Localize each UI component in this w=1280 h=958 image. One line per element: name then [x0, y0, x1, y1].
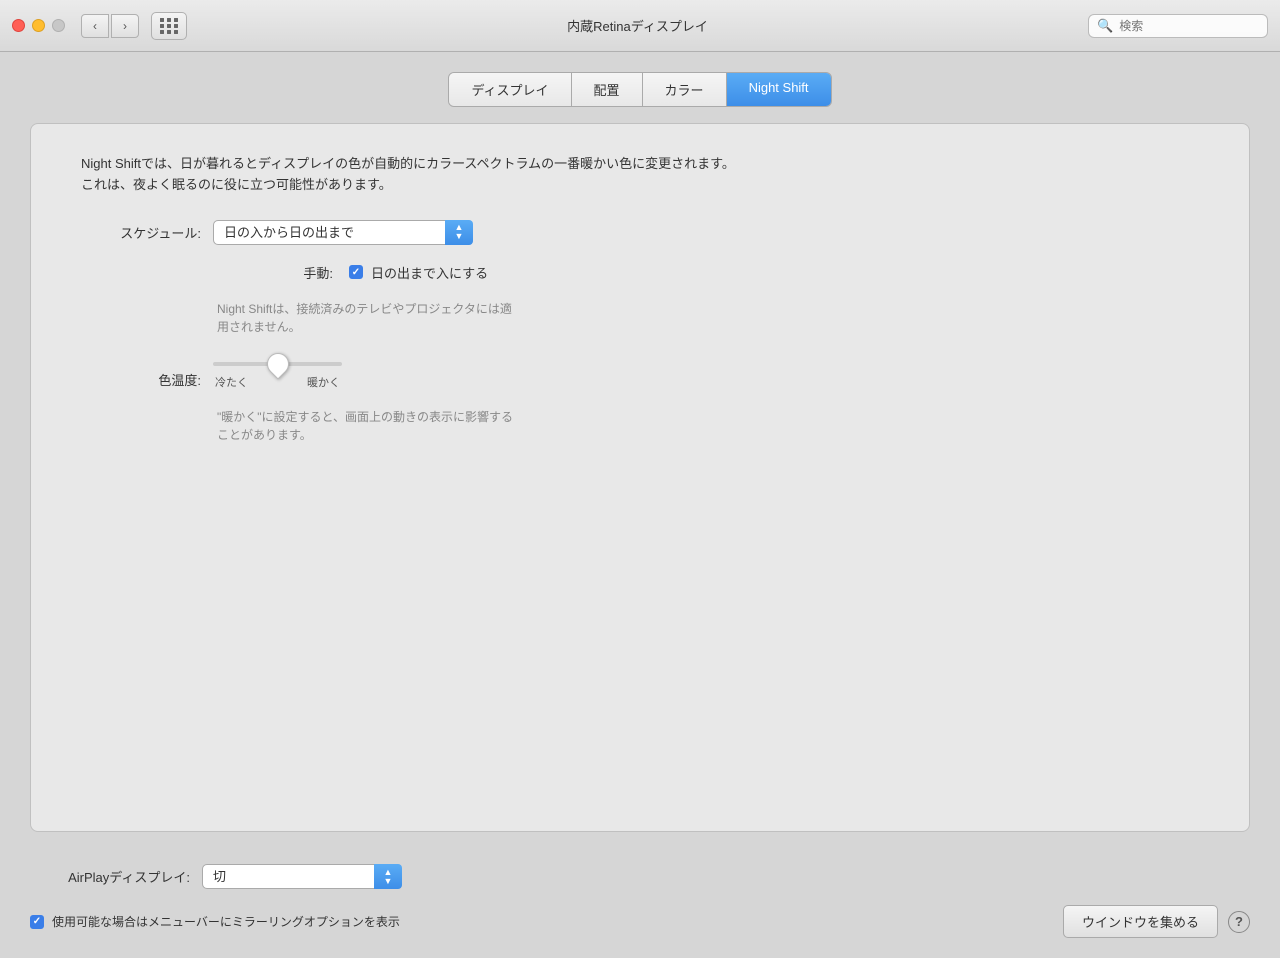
nav-buttons: ‹ ›	[81, 14, 139, 38]
schedule-row: スケジュール: 日の入から日の出まで ▲ ▼	[81, 220, 1199, 245]
color-temp-label: 色温度:	[81, 370, 201, 389]
tab-nightshift[interactable]: Night Shift	[727, 73, 831, 106]
tabs-row: ディスプレイ 配置 カラー Night Shift	[30, 72, 1250, 107]
cold-label: 冷たく	[215, 374, 248, 390]
traffic-lights	[12, 19, 65, 32]
main-content: ディスプレイ 配置 カラー Night Shift Night Shiftでは、…	[0, 52, 1280, 958]
bottom-controls: ✓ 使用可能な場合はメニューバーにミラーリングオプションを表示 ウインドウを集め…	[30, 901, 1250, 938]
note-text: Night Shiftは、接続済みのテレビやプロジェクタには適用されません。	[217, 300, 517, 336]
slider-section: 冷たく 暖かく	[213, 362, 342, 390]
right-controls: ウインドウを集める ?	[1063, 905, 1250, 938]
schedule-label: スケジュール:	[81, 223, 201, 242]
color-temp-slider[interactable]	[213, 362, 342, 366]
airplay-select[interactable]: 切	[202, 864, 402, 889]
schedule-select[interactable]: 日の入から日の出まで	[213, 220, 473, 245]
airplay-select-wrapper: 切 ▲ ▼	[202, 864, 402, 889]
maximize-button[interactable]	[52, 19, 65, 32]
airplay-row: AirPlayディスプレイ: 切 ▲ ▼	[30, 864, 1250, 889]
schedule-select-wrapper: 日の入から日の出まで ▲ ▼	[213, 220, 473, 245]
description-text: Night Shiftでは、日が暮れるとディスプレイの色が自動的にカラースペクト…	[81, 154, 741, 196]
manual-row: 手動: ✓ 日の出まで入にする	[213, 263, 1199, 282]
window-title: 内蔵Retinaディスプレイ	[195, 16, 1080, 35]
manual-label: 手動:	[213, 263, 333, 282]
gather-windows-button[interactable]: ウインドウを集める	[1063, 905, 1218, 938]
bottom-section: AirPlayディスプレイ: 切 ▲ ▼ ✓ 使用可能な場合はメニューバーにミラ…	[30, 848, 1250, 938]
tab-arrangement[interactable]: 配置	[572, 73, 643, 106]
mirror-checkbox-label: 使用可能な場合はメニューバーにミラーリングオプションを表示	[52, 913, 400, 930]
search-input[interactable]	[1119, 19, 1239, 33]
search-box[interactable]: 🔍	[1088, 14, 1268, 38]
airplay-label: AirPlayディスプレイ:	[30, 867, 190, 886]
tab-display[interactable]: ディスプレイ	[449, 73, 571, 106]
mirror-checkmark-icon: ✓	[33, 916, 41, 927]
search-icon: 🔍	[1097, 18, 1113, 34]
warm-label: 暖かく	[307, 374, 340, 390]
form-section: スケジュール: 日の入から日の出まで ▲ ▼ 手動: ✓	[81, 220, 1199, 444]
tab-color[interactable]: カラー	[643, 73, 727, 106]
night-shift-panel: Night Shiftでは、日が暮れるとディスプレイの色が自動的にカラースペクト…	[30, 123, 1250, 832]
color-temp-row: 色温度: 冷たく 暖かく	[81, 362, 1199, 390]
mirror-checkbox[interactable]: ✓	[30, 915, 44, 929]
mirror-checkbox-row: ✓ 使用可能な場合はメニューバーにミラーリングオプションを表示	[30, 913, 400, 930]
manual-checkbox[interactable]: ✓	[349, 265, 363, 279]
minimize-button[interactable]	[32, 19, 45, 32]
close-button[interactable]	[12, 19, 25, 32]
grid-button[interactable]	[151, 12, 187, 40]
checkmark-icon: ✓	[352, 267, 360, 278]
help-button[interactable]: ?	[1228, 911, 1250, 933]
tab-container: ディスプレイ 配置 カラー Night Shift	[448, 72, 831, 107]
manual-checkbox-row: ✓ 日の出まで入にする	[349, 263, 488, 282]
slider-note: "暖かく"に設定すると、画面上の動きの表示に影響することがあります。	[217, 408, 517, 444]
grid-icon	[160, 18, 179, 34]
back-button[interactable]: ‹	[81, 14, 109, 38]
forward-button[interactable]: ›	[111, 14, 139, 38]
manual-checkbox-label: 日の出まで入にする	[371, 263, 488, 282]
titlebar: ‹ › 内蔵Retinaディスプレイ 🔍	[0, 0, 1280, 52]
